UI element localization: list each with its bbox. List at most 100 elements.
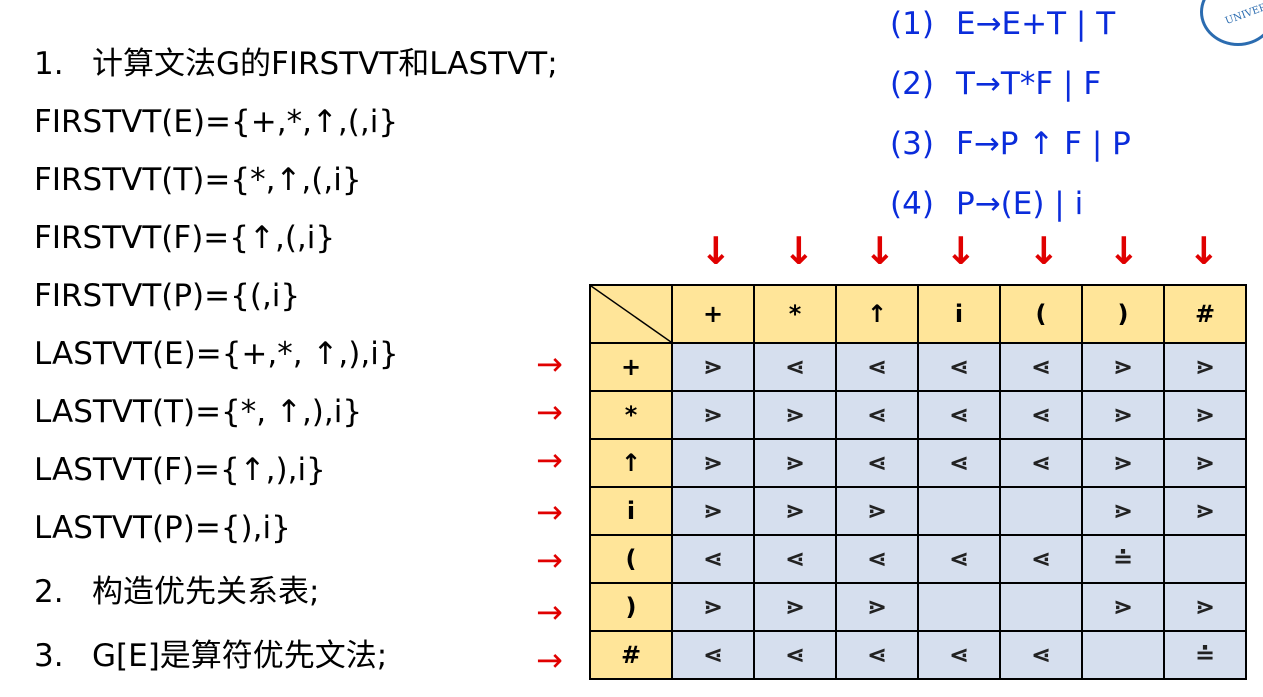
down-arrow-icon: ↓ <box>1188 229 1220 273</box>
relation-cell: ⋗ <box>671 438 755 488</box>
relation-cell <box>917 486 1001 536</box>
firstvt-f: FIRSTVT(F)={↑,(,i} <box>34 220 336 256</box>
firstvt-t: FIRSTVT(T)={*,↑,(,i} <box>34 162 362 198</box>
rule-number: (2) <box>890 66 934 102</box>
relation-cell: ⋖ <box>835 630 919 680</box>
rule-text: P→(E) | i <box>956 186 1084 222</box>
row-header: * <box>589 390 673 440</box>
down-arrow-icon: ↓ <box>945 229 977 273</box>
table-row: i ⋗ ⋗ ⋗ ⋗ ⋗ <box>589 486 1247 536</box>
relation-cell: ⋖ <box>835 534 919 584</box>
column-header: i <box>917 284 1001 344</box>
row-header: # <box>589 630 673 680</box>
step-2: 2. 构造优先关系表; <box>34 566 319 611</box>
right-arrow-icon: → <box>536 345 563 383</box>
firstvt-p: FIRSTVT(P)={(,i} <box>34 278 301 314</box>
relation-cell: ⋖ <box>917 390 1001 440</box>
right-arrow-icon: → <box>536 393 563 431</box>
table-row: + ⋗ ⋖ ⋖ ⋖ ⋖ ⋗ ⋗ <box>589 342 1247 392</box>
right-arrow-icon: → <box>536 641 563 679</box>
lastvt-p: LASTVT(P)={),i} <box>34 510 291 546</box>
right-arrow-icon: → <box>536 441 563 479</box>
rule-number: (1) <box>890 6 934 42</box>
relation-cell: ⋗ <box>671 342 755 392</box>
grammar-rule-3: (3) F→P ↑ F | P <box>890 126 1131 162</box>
relation-cell: ⋖ <box>999 390 1083 440</box>
relation-cell: ⋗ <box>835 486 919 536</box>
relation-cell: ⋖ <box>917 438 1001 488</box>
rule-number: (4) <box>890 186 934 222</box>
relation-cell: ⋖ <box>999 342 1083 392</box>
relation-cell: ⋗ <box>835 582 919 632</box>
firstvt-e: FIRSTVT(E)={+,*,↑,(,i} <box>34 104 399 140</box>
step-1: 1. 计算文法G的FIRSTVT和LASTVT; <box>34 38 558 83</box>
column-header: + <box>671 284 755 344</box>
row-header: + <box>589 342 673 392</box>
relation-cell: ⋗ <box>1081 390 1165 440</box>
diagonal-line <box>591 286 671 342</box>
relation-cell <box>1081 630 1165 680</box>
table-row: ↑ ⋗ ⋗ ⋖ ⋖ ⋖ ⋗ ⋗ <box>589 438 1247 488</box>
right-arrow-icon: → <box>536 493 563 531</box>
relation-cell: ⋗ <box>1081 582 1165 632</box>
rule-text: E→E+T | T <box>956 6 1116 42</box>
relation-cell: ⋗ <box>1163 438 1247 488</box>
relation-cell: ⋖ <box>999 438 1083 488</box>
step-text: 计算文法G的FIRSTVT和LASTVT; <box>92 46 558 82</box>
step-text: 构造优先关系表; <box>92 574 320 610</box>
corner-cell <box>589 284 673 344</box>
relation-cell <box>1163 534 1247 584</box>
relation-cell <box>999 486 1083 536</box>
right-arrow-icon: → <box>536 541 563 579</box>
relation-cell: ⋗ <box>1163 342 1247 392</box>
table-row: # ⋖ ⋖ ⋖ ⋖ ⋖ ≐ <box>589 630 1247 680</box>
column-header: ↑ <box>835 284 919 344</box>
relation-cell: ⋖ <box>999 630 1083 680</box>
table-row: * ⋗ ⋗ ⋖ ⋖ ⋖ ⋗ ⋗ <box>589 390 1247 440</box>
relation-cell: ⋖ <box>835 438 919 488</box>
step-3: 3. G[E]是算符优先文法; <box>34 630 387 675</box>
rule-number: (3) <box>890 126 934 162</box>
row-header: ↑ <box>589 438 673 488</box>
relation-cell: ⋗ <box>753 486 837 536</box>
relation-cell: ⋖ <box>671 630 755 680</box>
relation-cell: ⋗ <box>753 390 837 440</box>
relation-cell: ⋗ <box>1163 486 1247 536</box>
relation-cell: ⋖ <box>753 534 837 584</box>
grammar-rule-1: (1) E→E+T | T <box>890 6 1115 42</box>
column-header: ( <box>999 284 1083 344</box>
relation-cell: ⋖ <box>999 534 1083 584</box>
rule-text: F→P ↑ F | P <box>956 126 1131 162</box>
step-number: 3. <box>34 638 64 674</box>
lastvt-f: LASTVT(F)={↑,),i} <box>34 452 326 488</box>
relation-cell <box>917 582 1001 632</box>
lastvt-t: LASTVT(T)={*, ↑,),i} <box>34 394 363 430</box>
relation-cell: ⋖ <box>917 630 1001 680</box>
column-header: ) <box>1081 284 1165 344</box>
down-arrow-icon: ↓ <box>783 229 815 273</box>
rule-text: T→T*F | F <box>956 66 1102 102</box>
relation-cell: ⋗ <box>1163 582 1247 632</box>
table-header-row: + * ↑ i ( ) # <box>589 284 1247 344</box>
relation-cell: ⋗ <box>753 582 837 632</box>
right-arrow-icon: → <box>536 593 563 631</box>
grammar-rule-4: (4) P→(E) | i <box>890 186 1083 222</box>
step-text: G[E]是算符优先文法; <box>92 638 388 674</box>
table-row: ) ⋗ ⋗ ⋗ ⋗ ⋗ <box>589 582 1247 632</box>
grammar-rule-2: (2) T→T*F | F <box>890 66 1101 102</box>
down-arrow-icon: ↓ <box>864 229 896 273</box>
row-header: ( <box>589 534 673 584</box>
relation-cell: ⋖ <box>835 390 919 440</box>
column-header: * <box>753 284 837 344</box>
relation-cell: ⋖ <box>917 534 1001 584</box>
relation-cell: ≐ <box>1081 534 1165 584</box>
relation-cell: ⋗ <box>1081 342 1165 392</box>
relation-cell: ⋗ <box>671 390 755 440</box>
down-arrow-icon: ↓ <box>1108 229 1140 273</box>
down-arrow-icon: ↓ <box>700 229 732 273</box>
step-number: 1. <box>34 46 64 82</box>
relation-cell: ⋖ <box>835 342 919 392</box>
step-number: 2. <box>34 574 64 610</box>
relation-cell: ⋗ <box>1081 438 1165 488</box>
down-arrow-icon: ↓ <box>1028 229 1060 273</box>
